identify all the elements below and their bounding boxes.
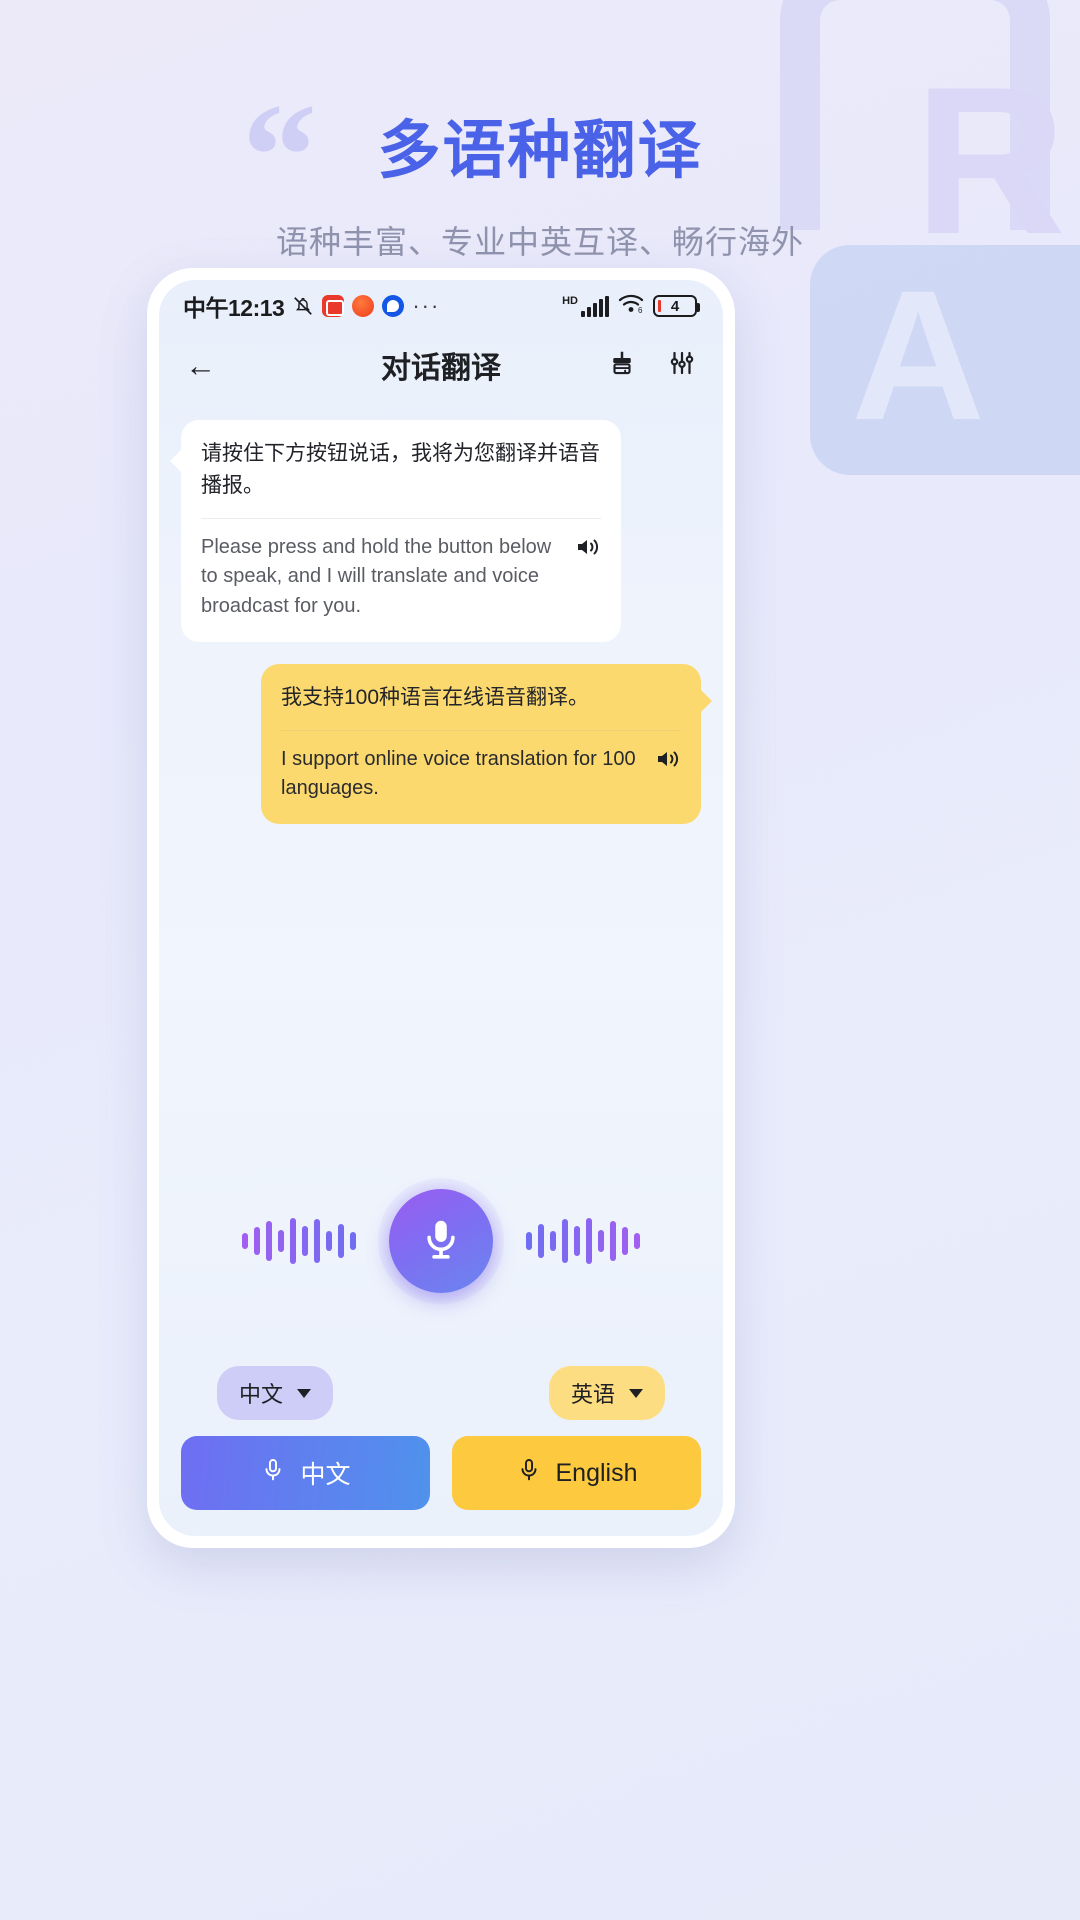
battery-level: 4 bbox=[670, 297, 680, 315]
language-selector-row: 中文 英语 bbox=[159, 1366, 723, 1420]
app-header-actions bbox=[607, 348, 697, 383]
speaker-icon[interactable] bbox=[575, 535, 601, 564]
hero-section: “ 多语种翻译 语种丰富、专业中英互译、畅行海外 bbox=[0, 0, 1080, 263]
phone-mockup: 中午12:13 ··· HD 6 4 ← 对话翻译 请按住下方按钮说话，我将为您… bbox=[147, 268, 735, 1548]
bubble-translation-wrap: Please press and hold the button below t… bbox=[201, 533, 601, 622]
bubble-divider bbox=[281, 729, 681, 731]
battery-icon: 4 bbox=[653, 295, 700, 317]
waveform-bar bbox=[290, 1218, 296, 1264]
chat-bubble-assistant[interactable]: 请按住下方按钮说话，我将为您翻译并语音播报。 Please press and … bbox=[170, 420, 621, 642]
hd-label: HD bbox=[562, 294, 578, 307]
status-bar-right: HD 6 4 bbox=[562, 293, 700, 320]
bubble-divider bbox=[201, 517, 601, 519]
mic-button-halo bbox=[378, 1178, 504, 1304]
waveform-bar bbox=[586, 1218, 592, 1264]
target-language-label: 英语 bbox=[570, 1382, 615, 1407]
waveform-bar bbox=[254, 1227, 260, 1255]
chat-row-user: 我支持100种语言在线语音翻译。 I support online voice … bbox=[181, 663, 712, 824]
status-overflow-dots: ··· bbox=[412, 293, 441, 318]
brush-clear-icon[interactable] bbox=[607, 348, 637, 383]
chat-bubble-user[interactable]: 我支持100种语言在线语音翻译。 I support online voice … bbox=[261, 663, 712, 824]
waveform-bar bbox=[550, 1231, 556, 1251]
waveform-bar bbox=[574, 1226, 580, 1256]
microphone-icon bbox=[516, 1457, 542, 1490]
waveform-bar bbox=[350, 1232, 356, 1250]
app-icon-blue bbox=[382, 295, 405, 317]
target-language-selector[interactable]: 英语 bbox=[548, 1366, 665, 1420]
chevron-down-icon bbox=[297, 1388, 312, 1398]
wifi-icon: 6 bbox=[618, 293, 644, 320]
svg-text:6: 6 bbox=[638, 306, 643, 315]
waveform-left bbox=[242, 1211, 356, 1271]
status-bar-left: 中午12:13 ··· bbox=[183, 289, 440, 323]
waveform-bar bbox=[266, 1221, 272, 1261]
back-arrow-icon[interactable]: ← bbox=[185, 350, 216, 381]
source-language-label: 中文 bbox=[239, 1382, 284, 1407]
signal-bars-icon: HD bbox=[562, 294, 609, 317]
bell-muted-icon bbox=[292, 295, 314, 317]
bubble-source-text: 请按住下方按钮说话，我将为您翻译并语音播报。 bbox=[201, 442, 600, 497]
bubble-translation-text: Please press and hold the button below t… bbox=[201, 535, 552, 617]
waveform-bar bbox=[326, 1231, 332, 1251]
voice-input-zone bbox=[159, 1116, 723, 1366]
bubble-translation-wrap: I support online voice translation for 1… bbox=[281, 745, 681, 804]
record-chinese-button[interactable]: 中文 bbox=[181, 1436, 430, 1510]
waveform-bar bbox=[278, 1230, 284, 1252]
status-bar: 中午12:13 ··· HD 6 4 bbox=[159, 280, 723, 332]
waveform-bar bbox=[338, 1224, 344, 1258]
phone-screen: 中午12:13 ··· HD 6 4 ← 对话翻译 请按住下方按钮说话，我将为您… bbox=[159, 280, 723, 1536]
decorative-letter-a: A bbox=[851, 253, 985, 459]
waveform-right bbox=[526, 1211, 640, 1271]
waveform-bar bbox=[610, 1221, 616, 1261]
record-english-label: English bbox=[555, 1458, 638, 1487]
waveform-bar bbox=[314, 1219, 320, 1263]
decorative-card-shape bbox=[810, 245, 1080, 475]
record-chinese-label: 中文 bbox=[300, 1461, 351, 1489]
waveform-bar bbox=[538, 1224, 544, 1258]
microphone-icon bbox=[260, 1457, 286, 1490]
bubble-translation-text: I support online voice translation for 1… bbox=[281, 747, 636, 800]
record-mic-button[interactable] bbox=[389, 1189, 493, 1293]
waveform-bar bbox=[598, 1230, 604, 1252]
chat-row-assistant: 请按住下方按钮说话，我将为您翻译并语音播报。 Please press and … bbox=[170, 420, 701, 642]
speaker-icon[interactable] bbox=[655, 747, 681, 776]
waveform-bar bbox=[562, 1219, 568, 1263]
microphone-icon bbox=[418, 1216, 464, 1267]
chat-message-list: 请按住下方按钮说话，我将为您翻译并语音播报。 Please press and … bbox=[159, 398, 723, 1116]
page-subtitle: 语种丰富、专业中英互译、畅行海外 bbox=[275, 224, 804, 260]
record-english-button[interactable]: English bbox=[452, 1436, 701, 1510]
sliders-settings-icon[interactable] bbox=[667, 348, 697, 383]
waveform-bar bbox=[634, 1233, 640, 1249]
status-time: 中午12:13 bbox=[183, 295, 285, 321]
waveform-bar bbox=[242, 1233, 248, 1249]
signal-bars bbox=[581, 295, 609, 317]
waveform-bar bbox=[622, 1227, 628, 1255]
page-title: 多语种翻译 bbox=[377, 116, 703, 186]
app-header: ← 对话翻译 bbox=[159, 332, 723, 398]
waveform-bar bbox=[302, 1226, 308, 1256]
chevron-down-icon bbox=[629, 1388, 643, 1398]
app-icon-orange bbox=[352, 295, 375, 317]
bubble-source-text: 我支持100种语言在线语音翻译。 bbox=[281, 685, 590, 709]
waveform-bar bbox=[526, 1232, 532, 1250]
record-button-row: 中文 English bbox=[159, 1436, 723, 1536]
source-language-selector[interactable]: 中文 bbox=[217, 1366, 334, 1420]
app-icon-red bbox=[322, 295, 345, 317]
